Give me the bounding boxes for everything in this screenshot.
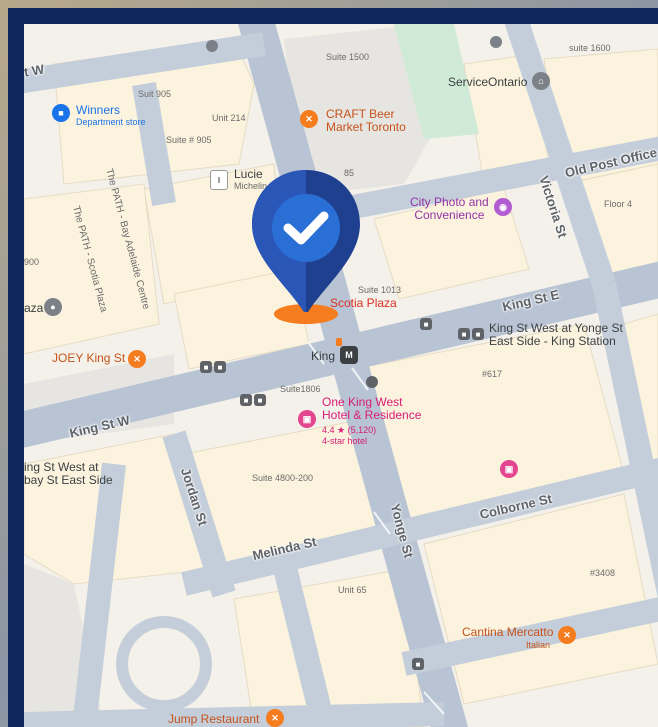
- building-label: Unit 65: [338, 585, 367, 595]
- bus-stop-icon[interactable]: ■: [254, 394, 266, 406]
- poi-joey-name[interactable]: JOEY King St: [52, 352, 125, 365]
- restaurant-icon[interactable]: ✕: [558, 626, 576, 644]
- bus-stop-icon[interactable]: ■: [412, 658, 424, 670]
- building-label: Unit 214: [212, 113, 246, 123]
- poi-city-photo-name[interactable]: City Photo and Convenience: [410, 196, 489, 221]
- restaurant-icon[interactable]: ✕: [266, 709, 284, 727]
- poi-one-king-name[interactable]: One King West Hotel & Residence: [322, 396, 421, 421]
- building-label: Suit 905: [138, 89, 172, 99]
- poi-cantina-name[interactable]: Cantina Mercatto: [462, 626, 553, 639]
- transit-icon[interactable]: [336, 338, 342, 346]
- poi-jump-name[interactable]: Jump Restaurant: [168, 713, 259, 726]
- hotel-icon[interactable]: ▣: [298, 410, 316, 428]
- poi-one-king-rating: 4.4 ★ (5,120): [322, 425, 377, 435]
- poi-king-station-stop-name[interactable]: King St West at Yonge St East Side - Kin…: [489, 322, 623, 347]
- building-label: #617: [482, 369, 503, 379]
- location-dot-icon[interactable]: ●: [44, 298, 62, 316]
- poi-service-ontario-name[interactable]: ServiceOntario: [448, 76, 527, 89]
- bus-stop-icon[interactable]: ■: [214, 361, 226, 373]
- map-canvas[interactable]: t W King St W King St E Yonge St Victori…: [24, 24, 658, 727]
- poi-craft-name[interactable]: CRAFT Beer Market Toronto: [326, 108, 406, 133]
- lock-icon: [206, 40, 218, 52]
- government-building-icon[interactable]: ⌂: [532, 72, 550, 90]
- poi-cantina-sub: Italian: [526, 640, 551, 650]
- building-label: Suite1806: [280, 384, 321, 394]
- poi-winners-name[interactable]: Winners: [76, 104, 120, 117]
- poi-king-station-name[interactable]: King: [311, 350, 335, 363]
- subway-icon[interactable]: M: [340, 346, 358, 364]
- poi-plaza-left-name: aza: [24, 301, 44, 315]
- bus-stop-icon[interactable]: ■: [420, 318, 432, 330]
- restaurant-icon[interactable]: ✕: [128, 350, 146, 368]
- building-label: Suite # 905: [166, 135, 212, 145]
- bus-stop-icon[interactable]: ■: [458, 328, 470, 340]
- lock-icon: [490, 36, 502, 48]
- restaurant-icon[interactable]: ✕: [300, 110, 318, 128]
- building-label: Suite 4800-200: [252, 473, 314, 483]
- building-label: #3408: [590, 568, 616, 578]
- transit-stop-icon[interactable]: [366, 376, 378, 388]
- map-marker[interactable]: [246, 166, 366, 336]
- bus-stop-icon[interactable]: ■: [240, 394, 252, 406]
- poi-one-king-sub: 4-star hotel: [322, 436, 368, 446]
- poi-winners-sub: Department store: [76, 117, 146, 127]
- bus-stop-icon[interactable]: ■: [200, 361, 212, 373]
- hotel-icon[interactable]: ▣: [500, 460, 518, 478]
- restaurant-logo-icon[interactable]: l: [210, 170, 228, 190]
- building-label: suite 1600: [569, 43, 611, 53]
- marker-inner-circle: [272, 194, 340, 262]
- shopping-bag-icon[interactable]: ■: [52, 104, 70, 122]
- building-label: 900: [24, 257, 40, 267]
- building-label: Suite 1500: [326, 52, 370, 62]
- camera-icon[interactable]: ◉: [494, 198, 512, 216]
- poi-bay-stop-name[interactable]: ing St West at bay St East Side: [24, 461, 113, 486]
- building-label: Floor 4: [604, 199, 633, 209]
- bus-stop-icon[interactable]: ■: [472, 328, 484, 340]
